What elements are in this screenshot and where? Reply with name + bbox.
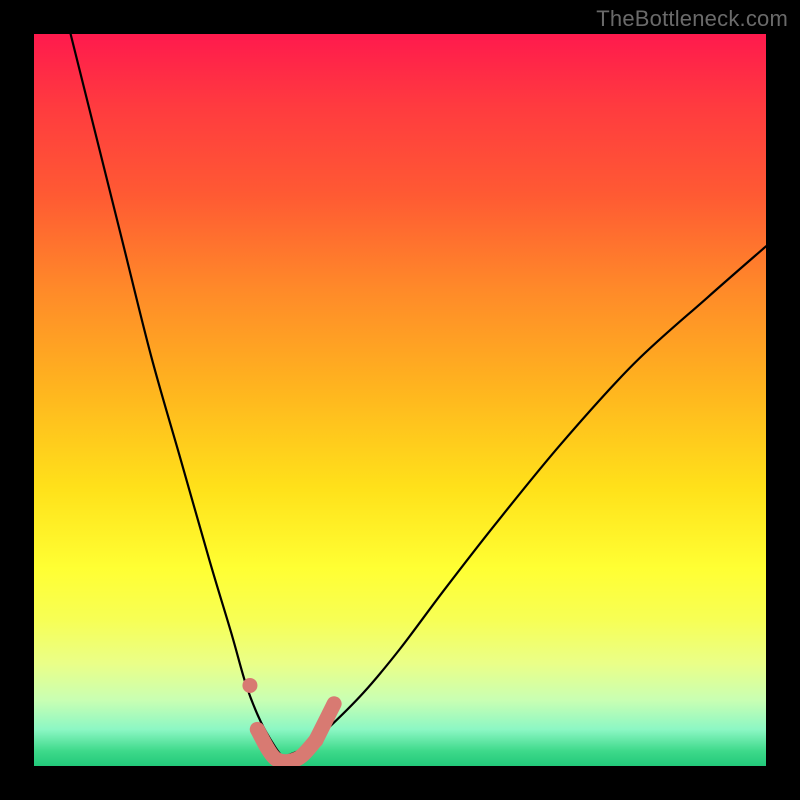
left-branch-curve: [71, 34, 283, 757]
right-thick-segment: [316, 704, 334, 741]
left-dot-marker: [242, 678, 257, 693]
watermark-text: TheBottleneck.com: [596, 6, 788, 32]
chart-frame: TheBottleneck.com: [0, 0, 800, 800]
trough-thick-segment: [257, 729, 316, 761]
curve-layer: [34, 34, 766, 766]
plot-area: [34, 34, 766, 766]
right-branch-curve: [283, 246, 766, 757]
